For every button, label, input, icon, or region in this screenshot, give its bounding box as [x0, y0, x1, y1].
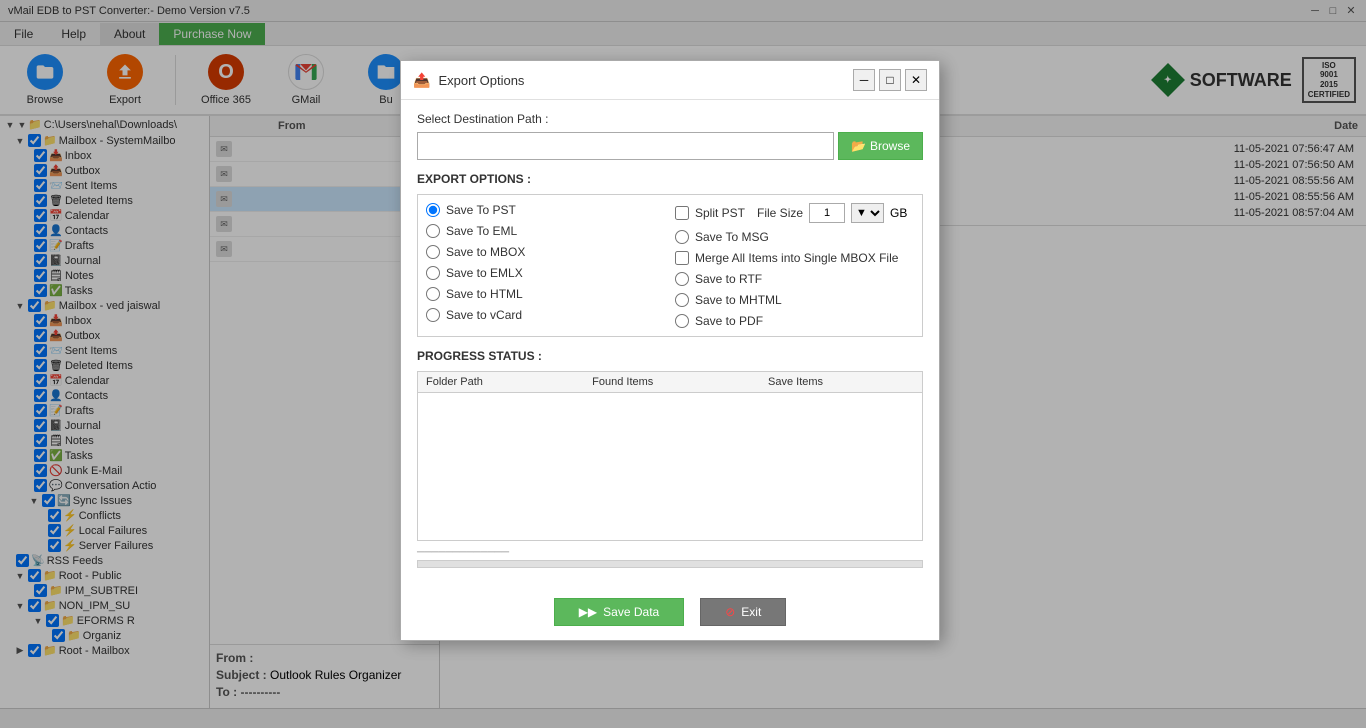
export-options-modal: 📤 Export Options ─ □ ✕ Select Destinatio…	[400, 60, 940, 641]
opt-pst-label: Save To PST	[446, 203, 516, 217]
opt-merge-label: Merge All Items into Single MBOX File	[695, 251, 898, 265]
modal-controls: ─ □ ✕	[853, 69, 927, 91]
filesize-input[interactable]	[809, 203, 845, 223]
dest-row: 📂 Browse	[417, 132, 923, 160]
modal-close-btn[interactable]: ✕	[905, 69, 927, 91]
export-options-title: EXPORT OPTIONS :	[417, 172, 923, 186]
opt-split-row: Split PST File Size ▼ GB	[675, 203, 914, 223]
modal-minimize-btn[interactable]: ─	[853, 69, 875, 91]
modal-titlebar: 📤 Export Options ─ □ ✕	[401, 61, 939, 100]
opt-split-label: Split PST	[695, 206, 745, 220]
opt-pdf-radio[interactable]	[675, 314, 689, 328]
progress-title: PROGRESS STATUS :	[417, 349, 923, 363]
opt-rtf-label: Save to RTF	[695, 272, 762, 286]
opt-merge-checkbox[interactable]	[675, 251, 689, 265]
dest-label: Select Destination Path :	[417, 112, 923, 126]
opt-pdf-label: Save to PDF	[695, 314, 763, 328]
opt-pst-row: Save To PST	[426, 203, 665, 217]
opt-pst-radio[interactable]	[426, 203, 440, 217]
opt-emlx-label: Save to EMLX	[446, 266, 523, 280]
opt-rtf-row: Save to RTF	[675, 272, 914, 286]
opt-split-checkbox[interactable]	[675, 206, 689, 220]
opt-msg-radio[interactable]	[675, 230, 689, 244]
modal-body: Select Destination Path : 📂 Browse EXPOR…	[401, 100, 939, 588]
opt-vcard-radio[interactable]	[426, 308, 440, 322]
opt-eml-row: Save To EML	[426, 224, 665, 238]
opt-mhtml-label: Save to MHTML	[695, 293, 782, 307]
progress-separator: ─────────────	[417, 547, 923, 558]
exit-btn[interactable]: ⊘ Exit	[700, 598, 786, 626]
modal-icon: 📤	[413, 72, 430, 89]
modal-title-content: 📤 Export Options	[413, 72, 524, 89]
export-options-section: EXPORT OPTIONS : Save To PST Save To EML	[417, 172, 923, 337]
exit-icon: ⊘	[725, 605, 735, 619]
opt-mbox-row: Save to MBOX	[426, 245, 665, 259]
dest-section: Select Destination Path : 📂 Browse	[417, 112, 923, 160]
modal-title: Export Options	[438, 73, 524, 88]
opt-mhtml-row: Save to MHTML	[675, 293, 914, 307]
col-folder-path: Folder Path	[418, 372, 584, 393]
progress-table: Folder Path Found Items Save Items	[418, 372, 922, 393]
opt-html-row: Save to HTML	[426, 287, 665, 301]
col-save-items: Save Items	[760, 372, 922, 393]
col-found-items: Found Items	[584, 372, 760, 393]
opt-html-radio[interactable]	[426, 287, 440, 301]
opt-right: Split PST File Size ▼ GB Save To MSG	[675, 203, 914, 328]
save-btn-label: Save Data	[603, 605, 659, 619]
dest-path-input[interactable]	[417, 132, 834, 160]
modal-browse-btn[interactable]: 📂 Browse	[838, 132, 923, 160]
opt-left: Save To PST Save To EML Save to MBOX	[426, 203, 665, 328]
opt-vcard-row: Save to vCard	[426, 308, 665, 322]
opt-mhtml-radio[interactable]	[675, 293, 689, 307]
opt-pdf-row: Save to PDF	[675, 314, 914, 328]
progress-bar-track	[417, 560, 923, 568]
opt-emlx-radio[interactable]	[426, 266, 440, 280]
browse-btn-label: Browse	[870, 139, 910, 153]
opt-rtf-radio[interactable]	[675, 272, 689, 286]
opt-merge-row: Merge All Items into Single MBOX File	[675, 251, 914, 265]
progress-bar-wrap: ─────────────	[417, 547, 923, 568]
modal-maximize-btn[interactable]: □	[879, 69, 901, 91]
progress-section: PROGRESS STATUS : Folder Path Found Item…	[417, 349, 923, 568]
modal-footer: ▶▶ Save Data ⊘ Exit	[401, 588, 939, 640]
opt-emlx-row: Save to EMLX	[426, 266, 665, 280]
save-icon: ▶▶	[579, 605, 597, 619]
exit-btn-label: Exit	[741, 605, 761, 619]
opt-eml-label: Save To EML	[446, 224, 517, 238]
opt-vcard-label: Save to vCard	[446, 308, 522, 322]
opt-eml-radio[interactable]	[426, 224, 440, 238]
opt-msg-label: Save To MSG	[695, 230, 769, 244]
browse-icon-modal: 📂	[851, 139, 866, 153]
modal-overlay: 📤 Export Options ─ □ ✕ Select Destinatio…	[0, 0, 1366, 728]
filesize-unit-label: GB	[890, 206, 907, 220]
opt-mbox-label: Save to MBOX	[446, 245, 525, 259]
progress-table-wrap: Folder Path Found Items Save Items	[417, 371, 923, 541]
opt-msg-row: Save To MSG	[675, 230, 914, 244]
options-grid: Save To PST Save To EML Save to MBOX	[417, 194, 923, 337]
save-data-btn[interactable]: ▶▶ Save Data	[554, 598, 685, 626]
filesize-label: File Size	[757, 206, 803, 220]
filesize-unit-select[interactable]: ▼	[851, 203, 884, 223]
opt-html-label: Save to HTML	[446, 287, 523, 301]
opt-mbox-radio[interactable]	[426, 245, 440, 259]
